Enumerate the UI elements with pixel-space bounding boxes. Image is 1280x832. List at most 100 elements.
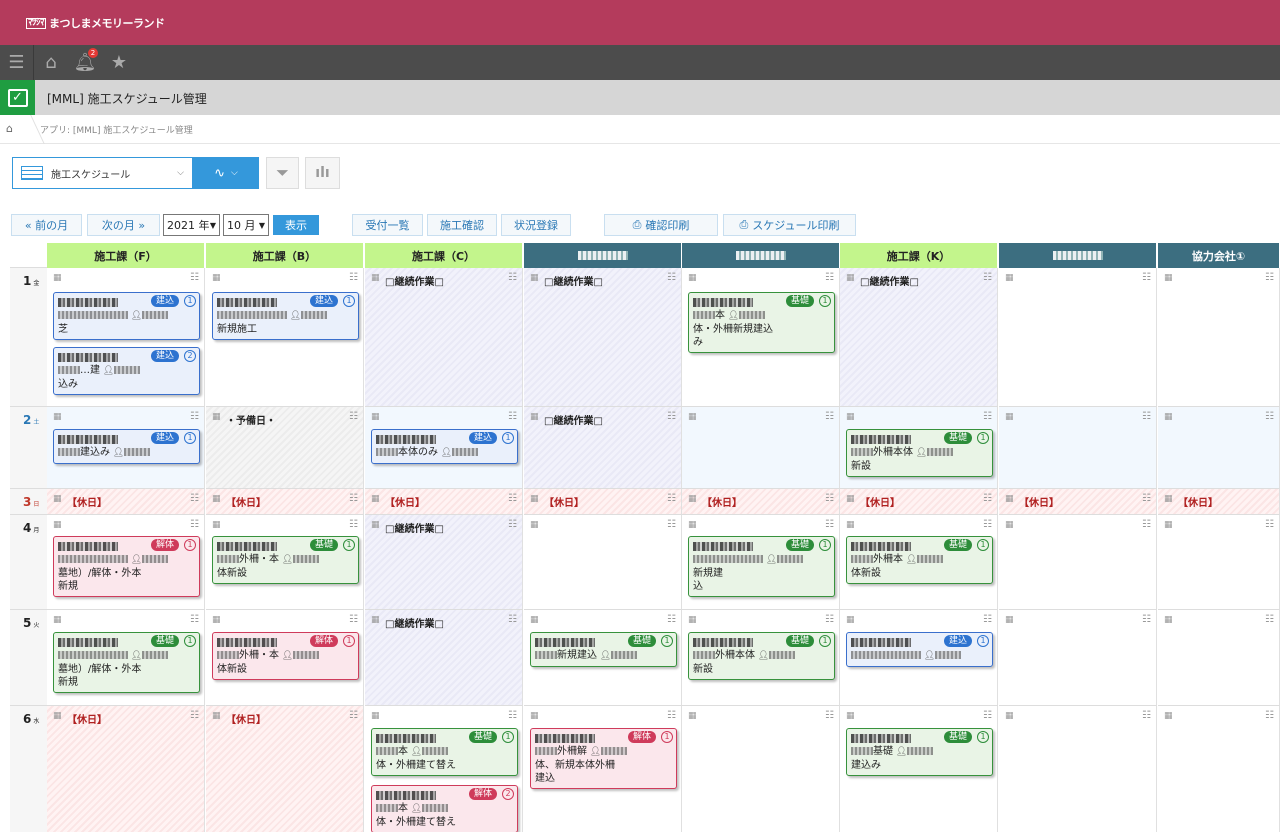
calendar-icon[interactable]: ▦ [371, 494, 380, 504]
list-icon[interactable]: ☷ [508, 519, 517, 530]
calendar-icon[interactable]: ▦ [371, 273, 380, 283]
schedule-card[interactable]: 建込 1 👤︎ [846, 632, 993, 667]
next-month-button[interactable]: 次の月 » [87, 214, 160, 236]
list-icon[interactable]: ☷ [667, 493, 676, 504]
calendar-icon[interactable]: ▦ [212, 615, 221, 625]
breadcrumb-app-link[interactable]: アプリ: [MML] 施工スケジュール管理 [40, 123, 193, 136]
calendar-icon[interactable]: ▦ [53, 520, 62, 530]
schedule-cell[interactable]: ▦ ☷ 【休日】 [206, 489, 364, 515]
list-icon[interactable]: ☷ [825, 614, 834, 625]
schedule-card[interactable]: 建込 1 建込み 👤︎ [53, 429, 200, 464]
calendar-icon[interactable]: ▦ [1164, 615, 1173, 625]
calendar-icon[interactable]: ▦ [53, 273, 62, 283]
list-icon[interactable]: ☷ [349, 710, 358, 721]
schedule-cell[interactable]: ▦ ☷ □継続作業□ [365, 610, 523, 706]
schedule-cell[interactable]: ▦ ☷ 【休日】 [206, 706, 364, 832]
schedule-cell[interactable]: ▦ ☷ 【休日】 [840, 489, 998, 515]
list-icon[interactable]: ☷ [1265, 710, 1274, 721]
schedule-cell[interactable]: ▦ ☷ [682, 706, 840, 832]
schedule-card[interactable]: 解体 1 👤︎ 墓地）/解体・外本 新規 [53, 536, 200, 597]
schedule-cell[interactable]: ▦ ☷ 【休日】 [524, 489, 682, 515]
breadcrumb-home-icon[interactable]: ⌂ [6, 122, 13, 135]
calendar-icon[interactable]: ▦ [1005, 615, 1014, 625]
calendar-icon[interactable]: ▦ [846, 520, 855, 530]
schedule-cell[interactable]: ▦ ☷ □継続作業□ [840, 268, 998, 407]
prev-month-button[interactable]: « 前の月 [11, 214, 82, 236]
schedule-cell[interactable]: ▦ ☷ 【休日】 [47, 489, 205, 515]
calendar-icon[interactable]: ▦ [1005, 494, 1014, 504]
list-icon[interactable]: ☷ [1142, 411, 1151, 422]
schedule-cell[interactable]: ▦ ☷ [999, 268, 1157, 407]
schedule-card[interactable]: 建込 1 👤︎ 新規施工 [212, 292, 359, 340]
list-icon[interactable]: ☷ [508, 411, 517, 422]
graph-view-button[interactable]: ∿ ⌵ [193, 157, 259, 189]
list-icon[interactable]: ☷ [825, 519, 834, 530]
schedule-card[interactable]: 基礎 1 本 👤︎ 体・外柵新規建込み [688, 292, 835, 353]
calendar-icon[interactable]: ▦ [846, 273, 855, 283]
schedule-card[interactable]: 基礎 1 外柵・本 👤︎ 体新設 [212, 536, 359, 584]
construction-confirm-button[interactable]: 施工確認 [427, 214, 497, 236]
view-selector[interactable]: 施工スケジュール ⌵ [12, 157, 193, 189]
calendar-icon[interactable]: ▦ [530, 412, 539, 422]
schedule-cell[interactable]: ▦ ☷ 【休日】 [365, 489, 523, 515]
schedule-cell[interactable]: ▦ ☷ □継続作業□ [365, 515, 523, 610]
list-icon[interactable]: ☷ [1142, 493, 1151, 504]
calendar-icon[interactable]: ▦ [1164, 494, 1173, 504]
schedule-card[interactable]: 基礎 1 外柵本 👤︎ 体新設 [846, 536, 993, 584]
schedule-cell[interactable]: ▦ ☷ ・予備日・ [206, 407, 364, 489]
schedule-card[interactable]: 基礎 1 本 👤︎ 体・外柵建て替え [371, 728, 518, 776]
list-icon[interactable]: ☷ [825, 272, 834, 283]
status-register-button[interactable]: 状況登録 [501, 214, 571, 236]
calendar-icon[interactable]: ▦ [530, 711, 539, 721]
list-icon[interactable]: ☷ [1265, 519, 1274, 530]
schedule-cell[interactable]: ▦ ☷ □継続作業□ [524, 407, 682, 489]
schedule-cell[interactable]: ▦ ☷ [1158, 515, 1280, 610]
schedule-cell[interactable]: ▦ ☷ [1158, 706, 1280, 832]
calendar-icon[interactable]: ▦ [212, 520, 221, 530]
calendar-icon[interactable]: ▦ [530, 273, 539, 283]
schedule-cell[interactable]: ▦ ☷ [1158, 268, 1280, 407]
list-icon[interactable]: ☷ [508, 272, 517, 283]
calendar-icon[interactable]: ▦ [371, 412, 380, 422]
calendar-icon[interactable]: ▦ [688, 711, 697, 721]
list-icon[interactable]: ☷ [1142, 710, 1151, 721]
list-icon[interactable]: ☷ [190, 493, 199, 504]
confirm-print-button[interactable]: ⎙ 確認印刷 [604, 214, 718, 236]
calendar-icon[interactable]: ▦ [53, 615, 62, 625]
list-icon[interactable]: ☷ [1142, 272, 1151, 283]
calendar-icon[interactable]: ▦ [53, 494, 62, 504]
schedule-cell[interactable]: ▦ ☷ [1158, 407, 1280, 489]
schedule-cell[interactable]: ▦ ☷ [999, 515, 1157, 610]
list-icon[interactable]: ☷ [349, 614, 358, 625]
schedule-cell[interactable]: ▦ ☷ [1158, 610, 1280, 706]
list-icon[interactable]: ☷ [1265, 411, 1274, 422]
calendar-icon[interactable]: ▦ [1164, 520, 1173, 530]
calendar-icon[interactable]: ▦ [212, 711, 221, 721]
schedule-cell[interactable]: ▦ ☷ 【休日】 [682, 489, 840, 515]
schedule-card[interactable]: 基礎 1 👤︎ 墓地）/解体・外本 新規 [53, 632, 200, 693]
list-icon[interactable]: ☷ [825, 493, 834, 504]
list-icon[interactable]: ☷ [1265, 272, 1274, 283]
calendar-icon[interactable]: ▦ [1164, 412, 1173, 422]
list-icon[interactable]: ☷ [983, 614, 992, 625]
list-icon[interactable]: ☷ [983, 493, 992, 504]
list-icon[interactable]: ☷ [983, 710, 992, 721]
chart-button[interactable]: ılı [305, 157, 340, 189]
list-icon[interactable]: ☷ [825, 710, 834, 721]
filter-button[interactable]: ⏷ [266, 157, 299, 189]
home-icon[interactable]: ⌂ [34, 45, 68, 80]
schedule-card[interactable]: 建込 1 本体のみ 👤︎ [371, 429, 518, 464]
calendar-icon[interactable]: ▦ [371, 711, 380, 721]
list-icon[interactable]: ☷ [1265, 614, 1274, 625]
star-icon[interactable]: ★ [102, 45, 136, 80]
schedule-cell[interactable]: ▦ 【休日】 [1158, 489, 1280, 515]
calendar-icon[interactable]: ▦ [530, 615, 539, 625]
menu-icon[interactable]: ☰ [0, 45, 34, 80]
list-icon[interactable]: ☷ [508, 710, 517, 721]
schedule-cell[interactable]: ▦ ☷ □継続作業□ [365, 268, 523, 407]
calendar-icon[interactable]: ▦ [212, 273, 221, 283]
list-icon[interactable]: ☷ [1142, 614, 1151, 625]
list-icon[interactable]: ☷ [508, 614, 517, 625]
calendar-icon[interactable]: ▦ [1005, 273, 1014, 283]
reception-list-button[interactable]: 受付一覧 [352, 214, 423, 236]
